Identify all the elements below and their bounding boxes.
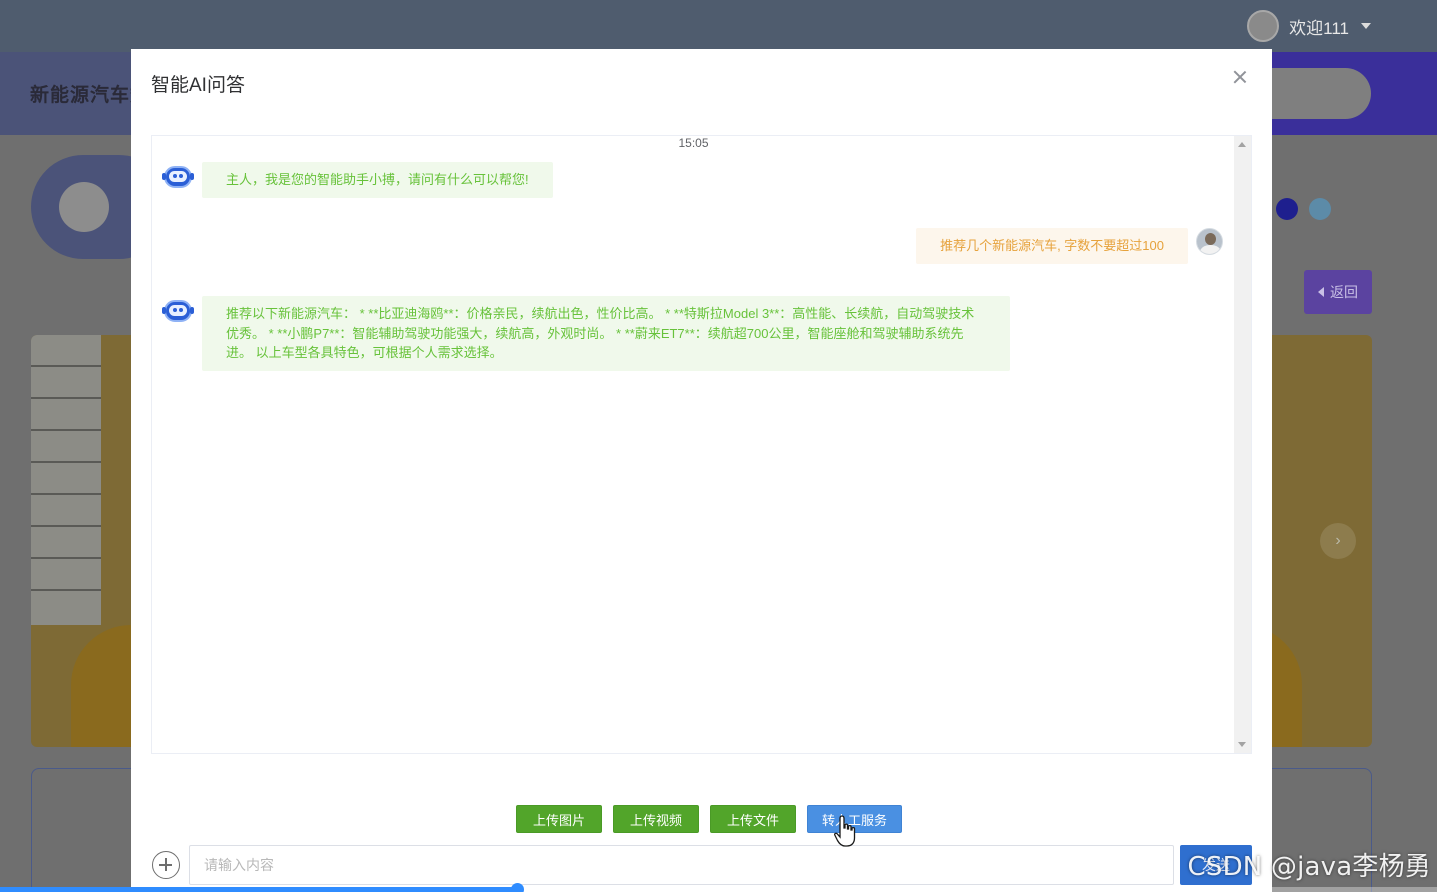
scroll-down-icon[interactable] <box>1238 742 1246 747</box>
message-bot-1: 主人，我是您的智能助手小搏，请问有什么可以帮您! <box>162 162 553 198</box>
robot-avatar-icon <box>162 296 194 328</box>
plus-icon[interactable] <box>152 851 180 879</box>
hand-cursor-icon <box>834 815 856 847</box>
progress-handle[interactable] <box>511 883 525 892</box>
chevron-right-icon: › <box>1320 523 1356 559</box>
video-progress-bar[interactable] <box>0 883 1437 892</box>
progress-fill <box>0 887 518 892</box>
watermark: CSDN @java李杨勇 <box>1187 852 1431 882</box>
back-button: 返回 <box>1304 270 1372 314</box>
user-avatar <box>1196 228 1223 255</box>
carousel-dot <box>1309 198 1331 220</box>
chat-timestamp: 15:05 <box>678 136 709 150</box>
message-bot-2: 推荐以下新能源汽车： * **比亚迪海鸥**：价格亲民，续航出色，性价比高。 *… <box>162 296 1010 371</box>
user-menu[interactable]: 欢迎111 <box>1247 10 1371 42</box>
robot-avatar-icon <box>162 162 194 194</box>
message-input[interactable] <box>189 845 1174 885</box>
user-greeting: 欢迎111 <box>1289 18 1349 38</box>
carousel-dot-active <box>1276 198 1298 220</box>
back-button-label: 返回 <box>1330 284 1358 300</box>
user-message-text: 推荐几个新能源汽车, 字数不要超过100 <box>916 228 1188 264</box>
top-bar: 欢迎111 <box>0 0 1437 52</box>
message-user-1: 推荐几个新能源汽车, 字数不要超过100 <box>916 228 1223 264</box>
scroll-up-icon[interactable] <box>1238 142 1246 147</box>
chat-scrollbar[interactable] <box>1234 136 1251 753</box>
bot-message-text: 推荐以下新能源汽车： * **比亚迪海鸥**：价格亲民，续航出色，性价比高。 *… <box>202 296 1010 371</box>
input-bar: 发送 <box>131 843 1272 892</box>
chat-history[interactable]: 15:05 主人，我是您的智能助手小搏，请问有什么可以帮您! 推荐几个新能源汽车… <box>151 135 1252 754</box>
upload-video-button[interactable]: 上传视频 <box>613 805 700 833</box>
close-icon[interactable] <box>1230 67 1250 87</box>
caret-left-icon <box>1318 287 1324 297</box>
upload-file-button[interactable]: 上传文件 <box>710 805 797 833</box>
upload-image-button[interactable]: 上传图片 <box>516 805 603 833</box>
user-avatar <box>1247 10 1280 42</box>
chevron-down-icon <box>1361 23 1371 29</box>
bot-message-text: 主人，我是您的智能助手小搏，请问有什么可以帮您! <box>202 162 553 198</box>
dialog-title: 智能AI问答 <box>151 75 245 96</box>
ai-chat-dialog: 智能AI问答 15:05 主人，我是您的智能助手小搏，请问有什么可以帮您! 推荐… <box>131 49 1272 892</box>
